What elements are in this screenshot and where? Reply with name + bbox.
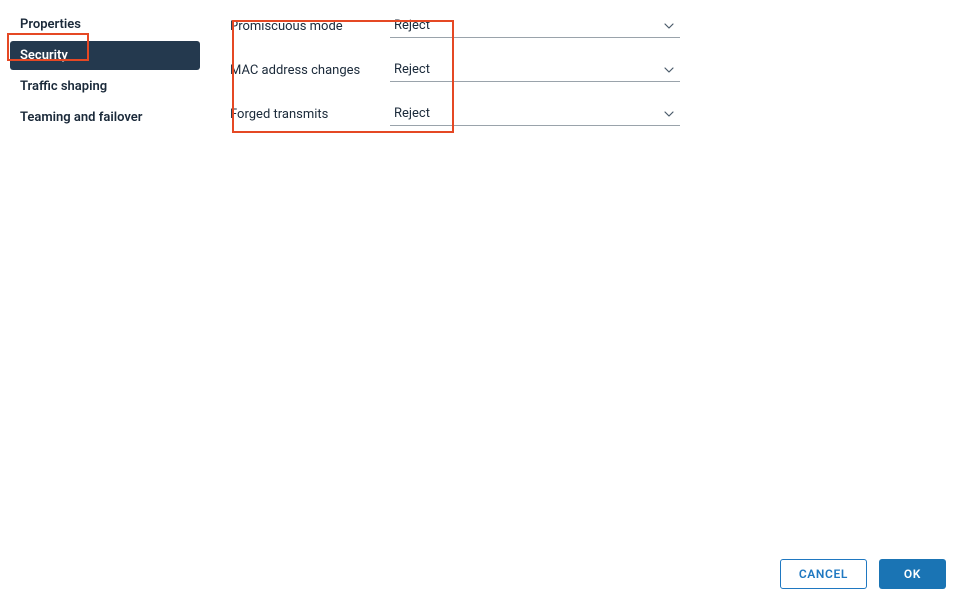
forged-transmits-select[interactable]: Reject (390, 102, 680, 126)
chevron-down-icon (664, 67, 674, 73)
form-row-mac-changes: MAC address changes Reject (230, 58, 932, 82)
sidebar-item-label: Teaming and failover (20, 110, 142, 125)
dialog-footer: CANCEL OK (780, 559, 946, 589)
main-panel: Promiscuous mode Reject MAC address chan… (200, 10, 962, 146)
select-value: Reject (394, 18, 430, 33)
sidebar-item-traffic-shaping[interactable]: Traffic shaping (10, 72, 200, 101)
mac-changes-label: MAC address changes (230, 63, 378, 82)
forged-transmits-label: Forged transmits (230, 107, 378, 126)
select-value: Reject (394, 62, 430, 77)
cancel-button[interactable]: CANCEL (780, 559, 867, 589)
select-value: Reject (394, 106, 430, 121)
chevron-down-icon (664, 111, 674, 117)
form-row-forged-transmits: Forged transmits Reject (230, 102, 932, 126)
chevron-down-icon (664, 23, 674, 29)
sidebar-item-security[interactable]: Security (10, 41, 200, 70)
mac-changes-select[interactable]: Reject (390, 58, 680, 82)
promiscuous-mode-select[interactable]: Reject (390, 14, 680, 38)
sidebar-item-label: Properties (20, 17, 81, 32)
sidebar: Properties Security Traffic shaping Team… (0, 10, 200, 146)
sidebar-item-label: Traffic shaping (20, 79, 107, 94)
form-row-promiscuous: Promiscuous mode Reject (230, 14, 932, 38)
ok-button[interactable]: OK (879, 559, 946, 589)
promiscuous-mode-label: Promiscuous mode (230, 19, 378, 38)
sidebar-item-teaming-failover[interactable]: Teaming and failover (10, 103, 200, 132)
sidebar-item-label: Security (20, 48, 68, 63)
sidebar-item-properties[interactable]: Properties (10, 10, 200, 39)
